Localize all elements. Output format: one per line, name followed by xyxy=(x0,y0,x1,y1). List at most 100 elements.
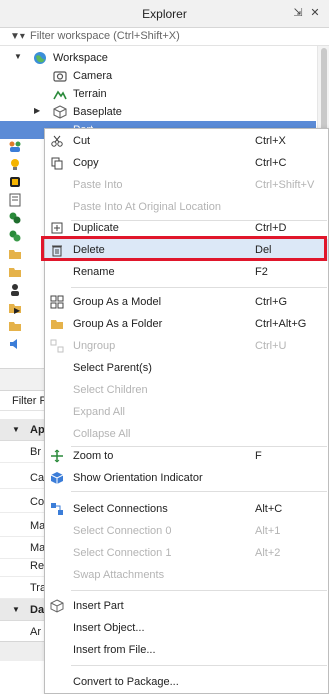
expand-arrow-icon[interactable]: ▶ xyxy=(34,106,40,115)
replicated-storage-icon xyxy=(9,212,21,224)
explorer-titlebar: Explorer ⇲ ✕ xyxy=(0,0,329,28)
section-label: Ap xyxy=(30,424,45,436)
menu-separator xyxy=(71,287,327,288)
menu-item-label: Paste Into xyxy=(73,179,123,191)
folder-icon xyxy=(9,322,21,331)
property-name: Re xyxy=(30,560,45,572)
connections-icon xyxy=(51,503,63,515)
part-icon xyxy=(53,105,67,119)
tree-item-label: Terrain xyxy=(73,88,107,100)
folder-icon xyxy=(9,268,21,277)
menu-item-label: Duplicate xyxy=(73,222,119,234)
menu-item-label: Select Connection 1 xyxy=(73,547,172,559)
menu-item-label: Convert to Package... xyxy=(73,676,179,688)
menu-item-group-model[interactable]: Group As a Model Ctrl+G xyxy=(45,291,328,313)
menu-item-paste-into-original[interactable]: Paste Into At Original Location xyxy=(45,196,328,218)
collapse-arrow-icon[interactable]: ▼ xyxy=(12,605,20,614)
scissors-icon xyxy=(51,135,63,147)
menu-item-label: Select Parent(s) xyxy=(73,362,152,374)
ungroup-icon xyxy=(50,339,64,353)
tree-item-terrain[interactable]: Terrain xyxy=(0,85,316,103)
menu-item-show-orientation[interactable]: Show Orientation Indicator xyxy=(45,467,328,489)
menu-item-rename[interactable]: Rename F2 xyxy=(45,261,328,283)
menu-item-label: Ungroup xyxy=(73,340,116,352)
zoom-icon xyxy=(51,449,63,463)
folder-icon xyxy=(51,320,63,329)
menu-item-label: Rename xyxy=(73,266,115,278)
menu-item-label: Select Children xyxy=(73,384,148,396)
menu-item-label: Collapse All xyxy=(73,428,131,440)
menu-item-insert-part[interactable]: Insert Part xyxy=(45,595,328,617)
filter-workspace-input[interactable]: ▼▾ Filter workspace (Ctrl+Shift+X) xyxy=(0,28,329,46)
menu-item-label: Select Connections xyxy=(73,503,168,515)
collapse-arrow-icon[interactable]: ▼ xyxy=(12,425,20,434)
tree-item-label: Workspace xyxy=(53,52,108,64)
filter-icon[interactable]: ▼▾ xyxy=(10,31,25,42)
menu-item-label: Zoom to xyxy=(73,450,114,462)
expand-arrow-icon[interactable]: ▼ xyxy=(14,52,22,61)
menu-item-label: Paste Into At Original Location xyxy=(73,201,221,213)
close-icon[interactable]: ✕ xyxy=(308,6,322,20)
people-icon xyxy=(9,141,21,152)
menu-item-cut[interactable]: Cut Ctrl+X xyxy=(45,130,328,152)
menu-item-shortcut: F2 xyxy=(255,266,268,278)
menu-item-shortcut: Alt+1 xyxy=(255,525,281,537)
tree-item-label: Baseplate xyxy=(73,106,122,118)
menu-item-swap-attachments[interactable]: Swap Attachments xyxy=(45,564,328,586)
menu-item-shortcut: Ctrl+X xyxy=(255,135,286,147)
insert-part-icon xyxy=(50,599,64,613)
pin-icon[interactable]: ⇲ xyxy=(291,6,305,20)
tree-item-label: Camera xyxy=(73,70,113,82)
menu-item-select-children[interactable]: Select Children xyxy=(45,379,328,401)
menu-item-paste-into[interactable]: Paste Into Ctrl+Shift+V xyxy=(45,174,328,196)
menu-item-expand-all[interactable]: Expand All xyxy=(45,401,328,423)
expand-arrow-icon[interactable]: ▶ xyxy=(14,306,20,315)
menu-item-shortcut: Ctrl+C xyxy=(255,157,287,169)
window-title: Explorer xyxy=(142,7,187,21)
filter-placeholder: Filter workspace (Ctrl+Shift+X) xyxy=(30,30,180,42)
terrain-icon xyxy=(53,90,67,100)
lighting-icon xyxy=(11,159,19,170)
property-name: Ma xyxy=(30,542,46,554)
tree-item-workspace[interactable]: ▼ Workspace xyxy=(0,49,316,67)
sound-icon xyxy=(10,339,17,349)
menu-item-select-connection-1[interactable]: Select Connection 1 Alt+2 xyxy=(45,542,328,564)
menu-item-label: Group As a Model xyxy=(73,296,162,308)
menu-item-copy[interactable]: Copy Ctrl+C xyxy=(45,152,328,174)
material-icon xyxy=(10,177,20,187)
orientation-icon xyxy=(50,472,64,484)
menu-item-select-connection-0[interactable]: Select Connection 0 Alt+1 xyxy=(45,520,328,542)
menu-item-label: Cut xyxy=(73,135,91,147)
menu-item-shortcut: F xyxy=(255,450,262,462)
menu-item-label: Group As a Folder xyxy=(73,318,163,330)
menu-item-select-connections[interactable]: Select Connections Alt+C xyxy=(45,498,328,520)
tree-item-baseplate[interactable]: ▶ Baseplate xyxy=(0,103,316,121)
menu-item-group-folder[interactable]: Group As a Folder Ctrl+Alt+G xyxy=(45,313,328,335)
menu-item-convert-to-package[interactable]: Convert to Package... xyxy=(45,671,328,693)
delete-highlight-box xyxy=(41,236,327,261)
menu-item-label: Select Connection 0 xyxy=(73,525,172,537)
property-name: Ca xyxy=(30,472,45,484)
menu-item-shortcut: Ctrl+D xyxy=(255,222,287,234)
menu-item-select-parents[interactable]: Select Parent(s) xyxy=(45,357,328,379)
section-label: Da xyxy=(30,604,45,616)
menu-separator xyxy=(71,590,327,591)
menu-item-collapse-all[interactable]: Collapse All xyxy=(45,423,328,445)
menu-item-label: Insert Object... xyxy=(73,622,145,634)
menu-item-label: Swap Attachments xyxy=(73,569,165,581)
menu-separator xyxy=(71,491,327,492)
menu-item-shortcut: Alt+C xyxy=(255,503,283,515)
menu-item-shortcut: Ctrl+G xyxy=(255,296,288,308)
menu-item-shortcut: Ctrl+U xyxy=(255,340,287,352)
menu-item-label: Copy xyxy=(73,157,99,169)
menu-item-shortcut: Ctrl+Alt+G xyxy=(255,318,307,330)
menu-item-shortcut: Ctrl+Shift+V xyxy=(255,179,315,191)
menu-item-zoom-to[interactable]: Zoom to F xyxy=(45,445,328,467)
tree-item-camera[interactable]: Camera xyxy=(0,67,316,85)
player-icon xyxy=(11,284,19,296)
property-name: Br xyxy=(30,446,41,458)
menu-item-insert-object[interactable]: Insert Object... xyxy=(45,617,328,639)
globe-icon xyxy=(34,52,46,64)
menu-item-insert-from-file[interactable]: Insert from File... xyxy=(45,639,328,661)
menu-item-ungroup[interactable]: Ungroup Ctrl+U xyxy=(45,335,328,357)
